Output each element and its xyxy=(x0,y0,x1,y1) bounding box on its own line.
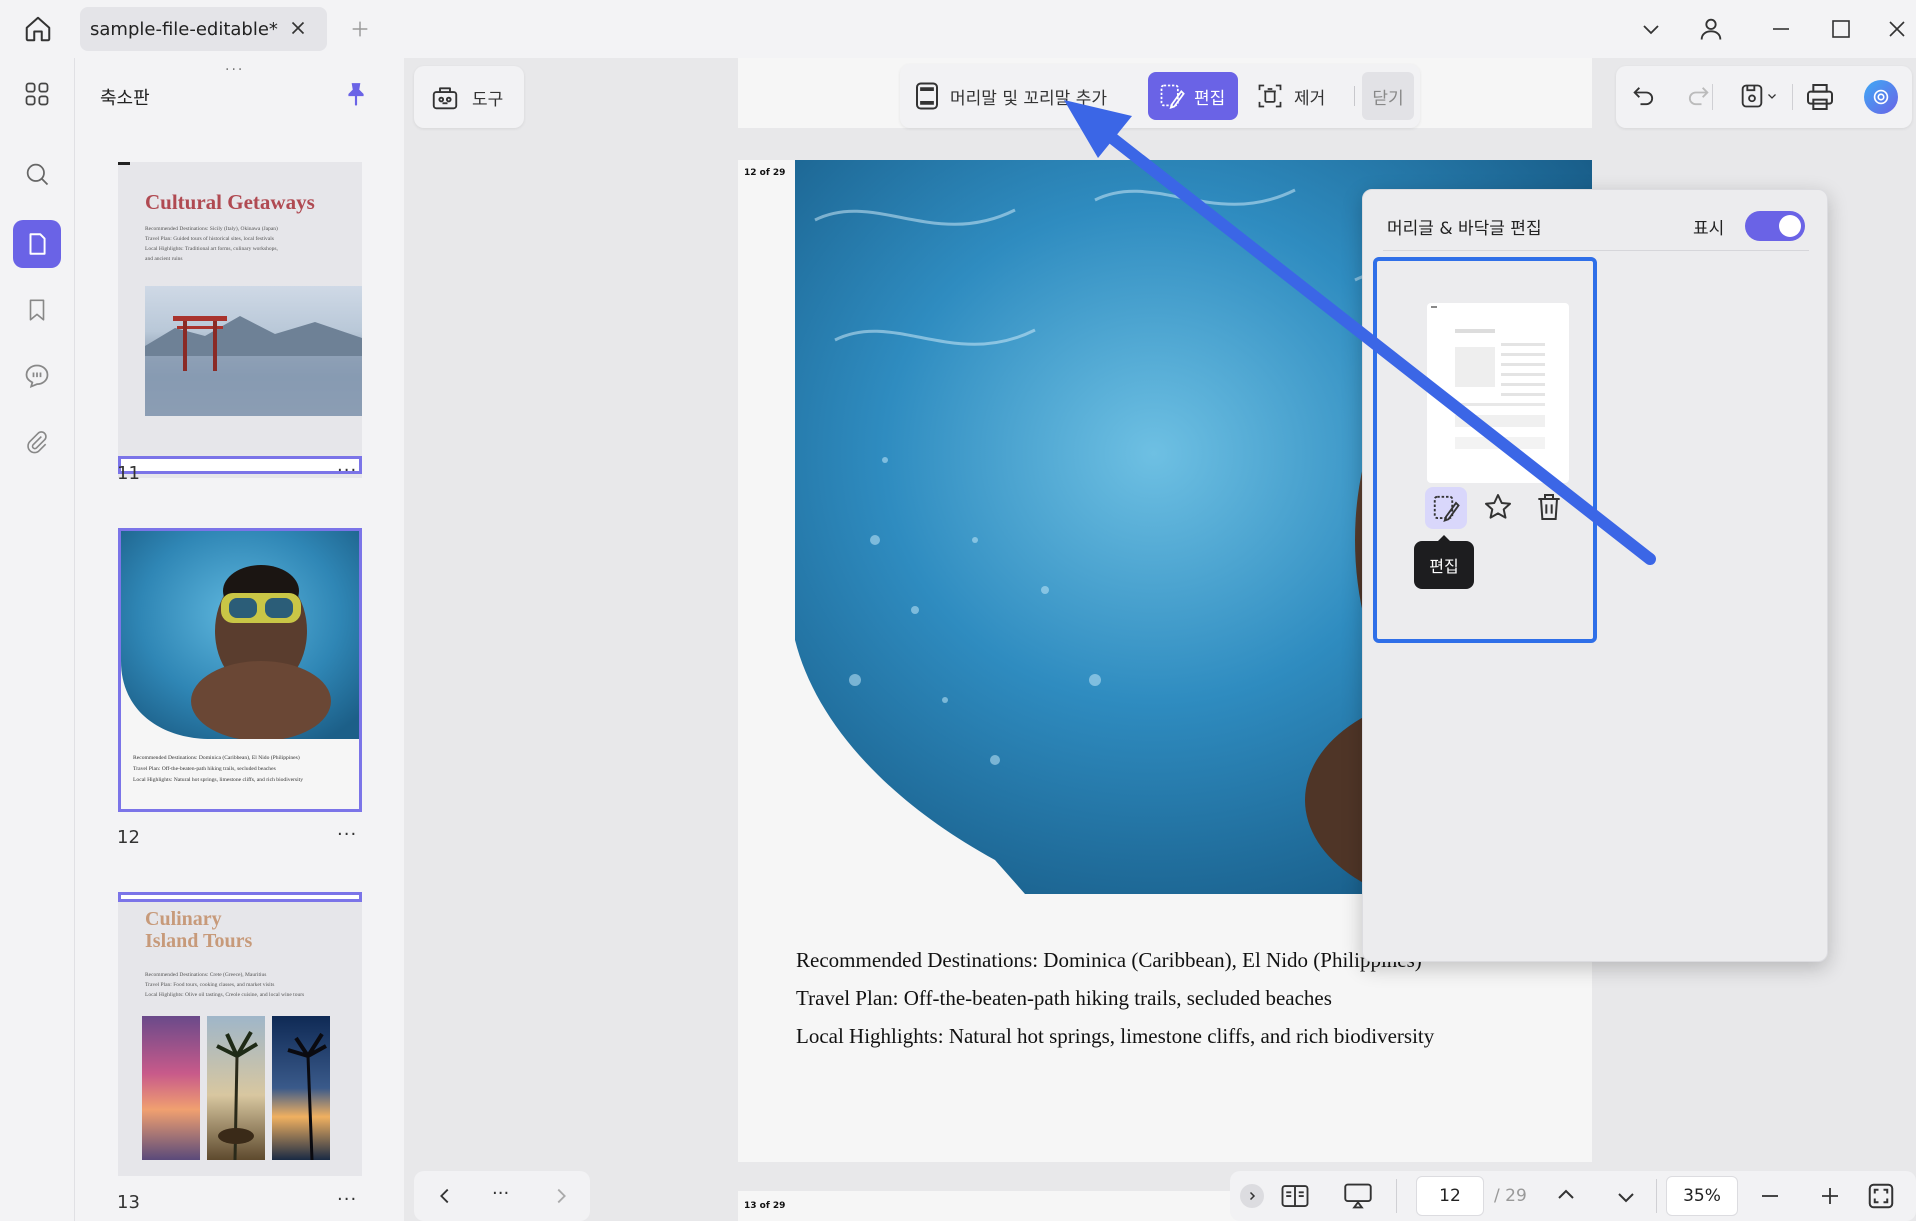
body-text-line: Local Highlights: Natural hot springs, l… xyxy=(796,1024,1435,1048)
tab-title: sample-file-editable* xyxy=(90,18,278,40)
fit-page-icon[interactable] xyxy=(1866,1181,1896,1211)
panel-drag-handle[interactable]: ··· xyxy=(225,62,244,78)
chevron-down-icon[interactable] xyxy=(1628,0,1674,58)
close-window-icon[interactable] xyxy=(1878,0,1916,58)
body-text-line: Travel Plan: Off-the-beaten-path hiking … xyxy=(796,986,1332,1010)
page-number-input[interactable]: 12 xyxy=(1416,1176,1484,1216)
minimize-icon[interactable] xyxy=(1758,0,1804,58)
more-options-button[interactable]: ··· xyxy=(492,1183,509,1204)
close-tab-icon[interactable] xyxy=(287,17,309,39)
thumb-title: Cultural Getaways xyxy=(145,190,315,214)
thumb-photo-sunset-2 xyxy=(272,1016,330,1160)
thumb-title: Culinary Island Tours xyxy=(145,908,253,952)
page-down-icon[interactable] xyxy=(1614,1185,1638,1209)
zoom-level[interactable]: 35% xyxy=(1666,1176,1738,1216)
thumb-more-button[interactable]: ··· xyxy=(337,824,357,845)
thumb-text: Recommended Destinations: Sicily (Italy)… xyxy=(145,226,278,262)
presentation-icon[interactable] xyxy=(1342,1182,1374,1210)
total-pages: / 29 xyxy=(1494,1186,1527,1206)
thumb-photo-palms xyxy=(207,1016,265,1160)
thumbnail-page-13[interactable]: Culinary Island Tours Recommended Destin… xyxy=(118,892,362,1176)
thumb-page-number: 12 xyxy=(117,827,140,848)
thumb-more-button[interactable]: ··· xyxy=(337,460,357,481)
thumb-photo-sunset-1 xyxy=(142,1016,200,1160)
pin-icon[interactable] xyxy=(343,80,369,108)
thumbnail-page-11[interactable]: Cultural Getaways Recommended Destinatio… xyxy=(118,162,362,478)
page-nav-left: ··· xyxy=(414,1171,590,1221)
thumb-photo-diver xyxy=(121,531,359,739)
collapse-icon[interactable] xyxy=(1240,1184,1264,1208)
left-rail xyxy=(0,58,74,1221)
zoom-out-icon[interactable] xyxy=(1758,1184,1782,1208)
bookmark-icon[interactable] xyxy=(13,286,61,334)
attachment-icon[interactable] xyxy=(13,418,61,466)
thumbnail-panel: ··· 축소판 Cultural Getaways Recommended De… xyxy=(74,58,404,1221)
document-viewer: 도구 머리말 및 꼬리말 추가 편집 제거 닫기 12 of 29 Recomm… xyxy=(404,58,1916,1221)
page-up-icon[interactable] xyxy=(1554,1183,1578,1207)
thumb-photo-torii xyxy=(145,286,362,416)
account-icon[interactable] xyxy=(1688,0,1734,58)
body-text-line: Recommended Destinations: Dominica (Cari… xyxy=(796,948,1422,972)
comment-icon[interactable] xyxy=(13,352,61,400)
thumb-page-number: 11 xyxy=(117,463,140,484)
previous-icon[interactable] xyxy=(434,1185,456,1207)
thumb-page-number: 13 xyxy=(117,1192,140,1213)
thumb-more-button[interactable]: ··· xyxy=(337,1189,357,1210)
thumbnails-icon[interactable] xyxy=(13,220,61,268)
annotation-arrow xyxy=(1064,100,1656,565)
document-tab[interactable]: sample-file-editable* xyxy=(80,7,327,51)
apps-icon[interactable] xyxy=(13,70,61,118)
page-layout-icon[interactable] xyxy=(1280,1182,1310,1210)
next-icon[interactable] xyxy=(550,1185,572,1207)
thumb-text: Recommended Destinations: Dominica (Cari… xyxy=(133,755,304,783)
panel-title: 축소판 xyxy=(100,88,150,109)
thumbnail-page-12[interactable]: Recommended Destinations: Dominica (Cari… xyxy=(118,528,362,812)
thumb-text: Recommended Destinations: Crete (Greece)… xyxy=(145,972,305,998)
search-icon[interactable] xyxy=(13,150,61,198)
zoom-in-icon[interactable] xyxy=(1818,1184,1842,1208)
new-tab-icon[interactable] xyxy=(342,0,378,58)
title-bar: sample-file-editable* xyxy=(0,0,1916,58)
view-controls: 12 / 29 35% xyxy=(1230,1171,1916,1221)
maximize-icon[interactable] xyxy=(1818,0,1864,58)
home-icon[interactable] xyxy=(14,0,62,58)
